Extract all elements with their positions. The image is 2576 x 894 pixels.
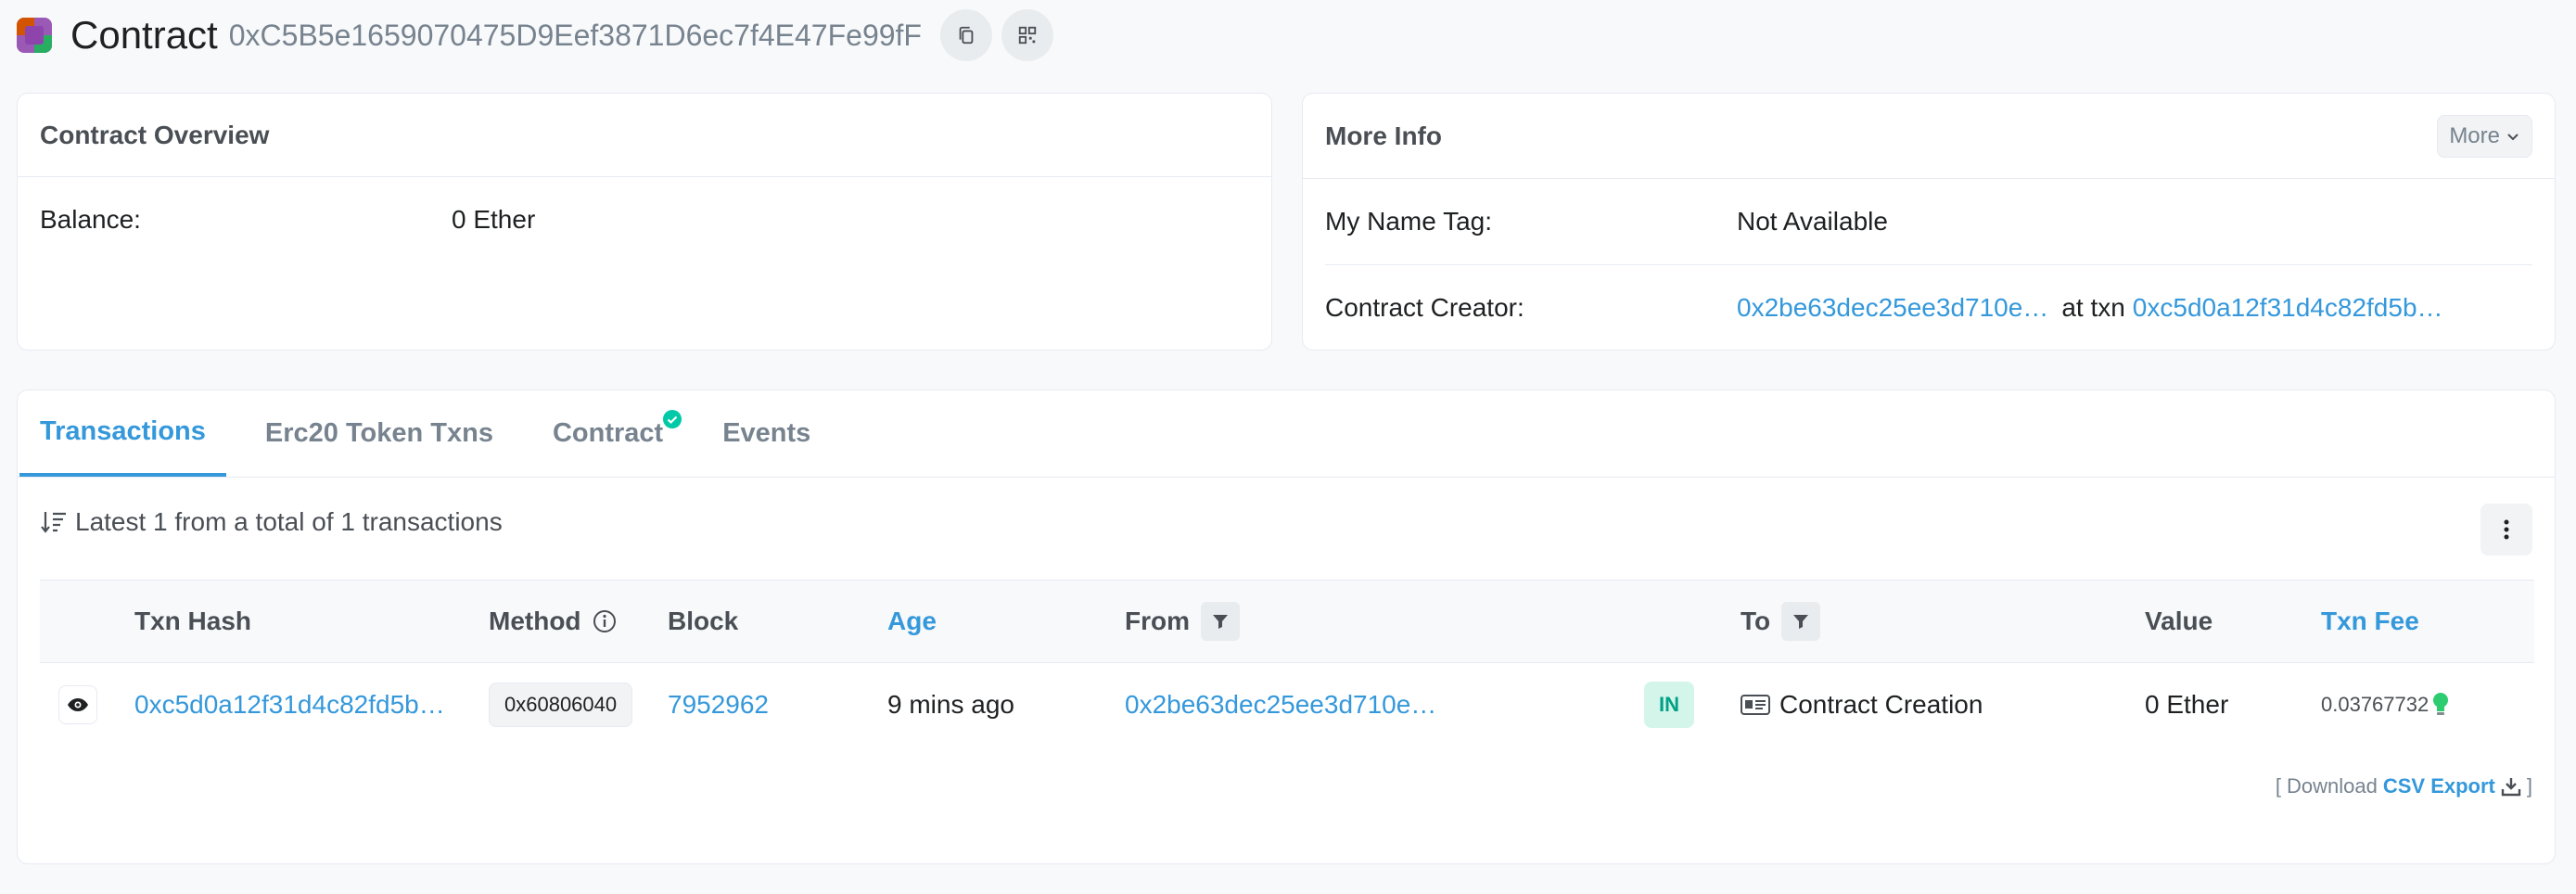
tx-summary: Latest 1 from a total of 1 transactions: [40, 507, 503, 537]
more-info-title: More Info: [1325, 121, 1442, 150]
col-txn-hash: Txn Hash: [134, 607, 252, 635]
value-amount: 0 Ether: [2145, 690, 2229, 719]
table-header: Txn Hash Method Block Age From To Value …: [40, 580, 2534, 663]
overview-title: Contract Overview: [40, 120, 270, 149]
to-value: Contract Creation: [1779, 690, 1983, 719]
filter-icon: [1213, 615, 1228, 629]
tab-bar: Transactions Erc20 Token Txns Contract E…: [18, 390, 2555, 478]
col-to-label: To: [1741, 607, 1771, 635]
to-filter-button[interactable]: [1781, 602, 1821, 641]
kebab-menu-icon: [2504, 519, 2509, 540]
lightbulb-icon: [2433, 693, 2449, 715]
qr-code-button[interactable]: [1001, 9, 1053, 61]
contract-creation-icon: [1741, 695, 1770, 715]
tab-transactions-label: Transactions: [40, 415, 206, 446]
col-to: To: [1741, 602, 1821, 641]
from-address-link[interactable]: 0x2be63dec25ee3d710e…: [1125, 690, 1436, 720]
more-info-card: More Info More My Name Tag: Not Availabl…: [1302, 93, 2556, 351]
contract-avatar: [17, 18, 52, 53]
sort-descending-icon: [41, 512, 66, 533]
csv-download-line: [ Download CSV Export ]: [2276, 774, 2532, 798]
from-filter-button[interactable]: [1201, 602, 1240, 641]
transactions-card: Transactions Erc20 Token Txns Contract E…: [17, 390, 2556, 864]
contract-address: 0xC5B5e1659070475D9Eef3871D6ec7f4E47Fe99…: [228, 18, 922, 52]
copy-address-button[interactable]: [939, 9, 992, 61]
chevron-down-icon: [2507, 133, 2519, 140]
at-txn-text: at txn: [2061, 292, 2125, 322]
balance-value: 0 Ether: [452, 205, 536, 234]
tab-events-label: Events: [722, 417, 811, 448]
name-tag-value: Not Available: [1737, 207, 1888, 236]
qr-code-icon: [1018, 26, 1037, 45]
tab-transactions[interactable]: Transactions: [19, 390, 226, 477]
more-dropdown-button[interactable]: More: [2437, 114, 2532, 158]
tab-erc20-token-txns[interactable]: Erc20 Token Txns: [245, 390, 514, 477]
tab-contract-label: Contract: [552, 417, 664, 448]
block-link[interactable]: 7952962: [668, 690, 769, 720]
col-age-toggle[interactable]: Age: [887, 607, 937, 636]
col-from: From: [1125, 602, 1240, 641]
method-badge: 0x60806040: [489, 683, 633, 727]
creator-address-link[interactable]: 0x2be63dec25ee3d710e…: [1737, 293, 2048, 323]
download-text: Download: [2287, 774, 2378, 798]
info-icon[interactable]: [593, 609, 617, 633]
age-value: 9 mins ago: [887, 690, 1014, 719]
col-from-label: From: [1125, 607, 1190, 635]
tab-events[interactable]: Events: [702, 390, 831, 477]
more-button-label: More: [2449, 122, 2500, 148]
eye-icon: [68, 698, 88, 711]
filter-icon: [1793, 615, 1809, 629]
creator-txn-link[interactable]: 0xc5d0a12f31d4c82fd5b…: [2133, 293, 2443, 323]
name-tag-label: My Name Tag:: [1325, 207, 1492, 236]
tab-contract[interactable]: Contract: [532, 390, 683, 477]
more-options-button[interactable]: [2480, 504, 2532, 556]
tab-erc20-label: Erc20 Token Txns: [264, 417, 493, 448]
transactions-table: Txn Hash Method Block Age From To Value …: [40, 580, 2534, 747]
direction-badge: IN: [1644, 682, 1694, 728]
col-block: Block: [668, 607, 739, 635]
view-details-button[interactable]: [58, 685, 97, 724]
table-row: 0xc5d0a12f31d4c82fd5b… 0x60806040 795296…: [40, 663, 2534, 747]
col-txn-fee-toggle[interactable]: Txn Fee: [2321, 607, 2419, 636]
csv-export-link[interactable]: CSV Export: [2383, 774, 2495, 798]
col-method: Method: [489, 607, 617, 636]
col-value: Value: [2145, 607, 2213, 635]
balance-label: Balance:: [40, 205, 141, 234]
tx-summary-text: Latest 1 from a total of 1 transactions: [75, 507, 503, 536]
verified-check-icon: [663, 410, 682, 428]
col-method-label: Method: [489, 607, 581, 635]
bracket-close: ]: [2526, 774, 2532, 798]
copy-icon: [959, 26, 974, 45]
page-header: Contract 0xC5B5e1659070475D9Eef3871D6ec7…: [17, 7, 1063, 63]
contract-overview-card: Contract Overview Balance: 0 Ether: [17, 93, 1272, 351]
bracket-open: [: [2275, 774, 2281, 798]
download-icon: [2501, 778, 2521, 797]
page-title: Contract: [70, 13, 218, 57]
contract-creator-label: Contract Creator:: [1325, 292, 1524, 322]
txn-fee-value: 0.03767732: [2321, 693, 2429, 716]
txn-hash-link[interactable]: 0xc5d0a12f31d4c82fd5b…: [134, 690, 445, 720]
